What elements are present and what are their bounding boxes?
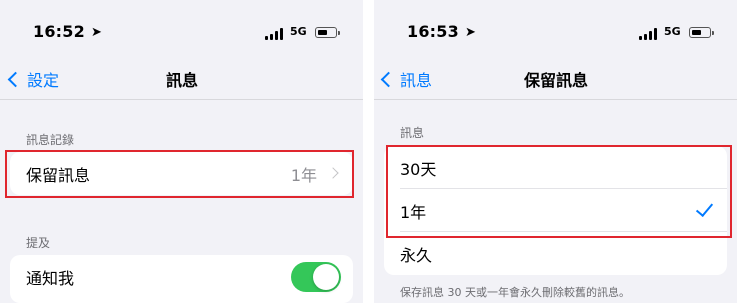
- page-title: 保留訊息: [524, 71, 589, 90]
- highlight-box: [386, 145, 732, 238]
- signal-icon: [265, 28, 285, 40]
- notify-me-label: 通知我: [26, 269, 75, 288]
- right-screen: 16:53 ➤ 5G 訊息 保留訊息 訊息 30天 1年 永久 保存訊息 30 天…: [374, 0, 737, 303]
- toggle-knob: [313, 264, 339, 290]
- location-arrow-icon: ➤: [464, 25, 477, 40]
- battery-icon: [689, 27, 714, 38]
- network-label: 5G: [290, 25, 307, 38]
- chevron-left-icon: [7, 71, 24, 87]
- status-bar: 16:52 ➤ 5G: [0, 22, 363, 46]
- screen-gap: [363, 0, 374, 303]
- option-label: 永久: [400, 245, 433, 265]
- back-button[interactable]: 訊息: [380, 67, 433, 91]
- network-label: 5G: [664, 25, 681, 38]
- notify-me-row: 通知我: [10, 255, 353, 299]
- signal-icon: [639, 28, 659, 40]
- chevron-left-icon: [380, 71, 397, 87]
- section-label-mentions: 提及: [26, 236, 51, 250]
- back-button[interactable]: 設定: [7, 67, 60, 91]
- status-time: 16:53 ➤: [407, 22, 477, 41]
- back-label: 訊息: [400, 71, 433, 90]
- nav-divider: [374, 99, 737, 100]
- back-label: 設定: [27, 71, 60, 90]
- page-title: 訊息: [166, 71, 199, 90]
- status-bar: 16:53 ➤ 5G: [374, 22, 737, 46]
- location-arrow-icon: ➤: [90, 25, 103, 40]
- highlight-box: [5, 150, 354, 198]
- battery-icon: [315, 27, 340, 38]
- section-label-history: 訊息記錄: [26, 133, 75, 147]
- nav-bar: 訊息 保留訊息: [374, 57, 737, 97]
- left-screen: 16:52 ➤ 5G 設定 訊息 訊息記錄 保留訊息 1年 提及 通知我: [0, 0, 363, 303]
- nav-bar: 設定 訊息: [0, 57, 363, 97]
- footer-note: 保存訊息 30 天或一年會永久刪除較舊的訊息。: [400, 286, 630, 299]
- notify-me-toggle[interactable]: [291, 262, 341, 292]
- option-forever[interactable]: 永久: [384, 232, 727, 275]
- status-time: 16:52 ➤: [33, 22, 103, 41]
- section-label-messages: 訊息: [400, 126, 425, 140]
- mentions-group: 通知我: [10, 255, 353, 303]
- nav-divider: [0, 99, 363, 100]
